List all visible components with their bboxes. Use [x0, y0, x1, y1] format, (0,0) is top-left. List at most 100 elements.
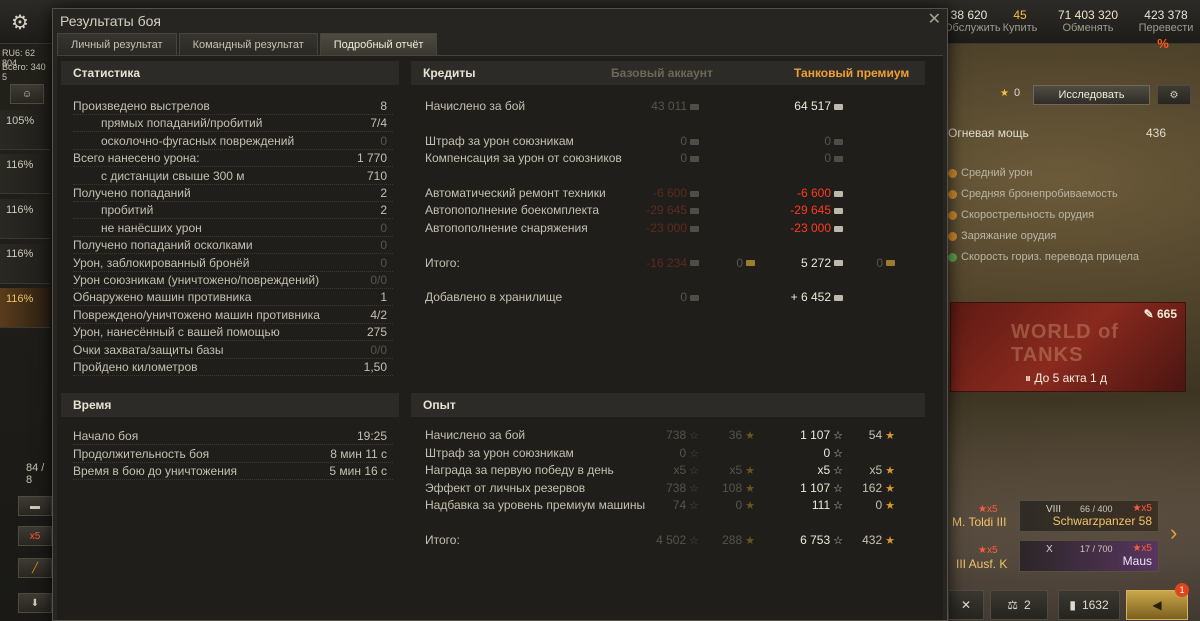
xp-star-icon: ☆	[833, 465, 843, 477]
base-amount: -29 645	[646, 203, 687, 218]
xp-star-icon: ☆	[689, 482, 699, 495]
xp-row: Эффект от личных резервов 738 ☆ 108 ★ 1 107 ☆ 1…	[425, 480, 915, 497]
tank-filter-icon[interactable]: ▬	[18, 496, 52, 516]
time-value: 5 мин 16 с	[329, 464, 387, 478]
credit-label: Автоматический ремонт техники	[425, 186, 606, 200]
xp-row: Итого: 4 502 ☆ 288 ★ 6 753 ☆ 432 ★	[425, 532, 915, 549]
xp-star-icon: ☆	[689, 500, 699, 512]
time-row: Продолжительность боя 8 мин 11 с	[73, 446, 393, 463]
premium-amount: -23 000	[790, 220, 831, 235]
free-xp-icon: ★	[745, 535, 755, 547]
download-icon[interactable]: ⬇	[18, 593, 52, 613]
base-free-xp-amount: 36	[728, 428, 743, 442]
credits-heading: Кредиты Базовый аккаунт Танковый премиум	[411, 61, 925, 85]
x5-filter[interactable]: x5	[18, 526, 52, 546]
crew-icon[interactable]: ☺	[10, 84, 44, 104]
stat-value: 8	[380, 99, 387, 113]
tank-tier: X	[1046, 544, 1053, 555]
pencil-icon[interactable]: ╱	[18, 558, 52, 578]
gold-icon	[886, 260, 895, 267]
free-xp-block[interactable]: 71 403 320 Обменять	[1048, 8, 1128, 34]
premium-free-xp-amount: 162	[862, 480, 883, 495]
stat-value: 0/0	[370, 342, 387, 357]
skill-label: Средняя бронепробиваемость	[961, 188, 1118, 200]
tank-name[interactable]: III Ausf. K	[956, 557, 1007, 571]
base-value: 0	[680, 290, 699, 304]
tree-icon[interactable]: ⚙	[1157, 85, 1191, 105]
tile-percent: 105%	[6, 115, 35, 127]
xp-star-icon: ☆	[689, 447, 699, 460]
premium-xp: 1 107 ☆	[800, 481, 843, 495]
tank-card[interactable]: X 17 / 700 ★x5 Maus	[1019, 540, 1159, 572]
x5-badge: ★x5	[978, 545, 998, 556]
xp-row: Начислено за бой 738 ☆ 36 ★ 1 107 ☆ 54 ★	[425, 427, 915, 444]
credits-block[interactable]: 38 620 Обслужить	[944, 8, 1001, 34]
premium-free-xp-amount: 432	[862, 533, 883, 547]
stat-label: Урон, заблокированный бронёй	[73, 255, 250, 270]
credits-icon	[690, 208, 699, 215]
credits-icon	[834, 156, 843, 163]
gear-icon[interactable]: ⚙	[4, 6, 36, 38]
tank-name: Maus	[1122, 554, 1152, 568]
battle-pass-banner[interactable]: ✎ 665 WORLD of TANKS ⏸ До 5 акта 1 д	[950, 302, 1186, 392]
left-carousel: RU6: 62 804 Всего: 340 5 ☺ 105% 116% 116…	[0, 44, 52, 621]
scales-icon: ⚖	[1007, 598, 1019, 612]
stat-row: Всего нанесено урона: 1 770	[73, 150, 393, 168]
tank-xp: 17 / 700	[1080, 544, 1113, 554]
stats-button[interactable]: ▮ 1632	[1058, 590, 1120, 620]
base-value: -29 645	[646, 203, 699, 217]
tank-card[interactable]: VIII 66 / 400 ★x5 Schwarzpanzer 58	[1019, 500, 1159, 532]
base-free-xp-amount: 0	[735, 498, 743, 512]
xp-star-icon: ☆	[833, 500, 843, 512]
time-row: Время в бою до уничтожения 5 мин 16 с	[73, 463, 393, 480]
research-button[interactable]: Исследовать	[1033, 85, 1150, 105]
skill-icon	[948, 231, 957, 241]
base-xp: 738 ☆	[666, 481, 699, 495]
time-value: 8 мин 11 с	[330, 446, 387, 461]
tab-team[interactable]: Командный результат	[178, 33, 318, 55]
stat-value: 0	[380, 238, 387, 253]
time-heading: Время	[61, 393, 399, 417]
free-xp-icon: ★	[745, 500, 755, 512]
credit-label: Итого:	[425, 255, 460, 270]
xp-row: Надбавка за уровень премиум машины 74 ☆ 0 ★ 1…	[425, 497, 915, 514]
premium-xp-amount: 111	[811, 498, 831, 512]
premium-amount: -6 600	[796, 186, 831, 200]
premium-free-xp: x5 ★	[869, 463, 895, 477]
tab-detailed[interactable]: Подробный отчёт	[319, 33, 438, 55]
stat-row: Обнаружено машин противника 1	[73, 289, 393, 307]
stat-value: 4/2	[370, 307, 387, 322]
tab-personal[interactable]: Личный результат	[57, 33, 177, 55]
stat-label: Произведено выстрелов	[73, 99, 210, 113]
stat-label: Урон союзникам (уничтожено/повреждений)	[73, 273, 320, 287]
skill-icon	[948, 189, 957, 199]
free-xp-icon: ★	[885, 500, 895, 512]
bonds-block[interactable]: 423 378 Перевести	[1134, 8, 1198, 34]
credit-label: Штраф за урон союзникам	[425, 133, 574, 148]
tank-name[interactable]: M. Toldi III	[952, 515, 1006, 529]
free-xp-icon: ★	[885, 465, 895, 477]
skill-label: Скорость гориз. перевода прицела	[961, 251, 1140, 263]
stat-row: Получено попаданий 2	[73, 185, 393, 202]
gold-value: 45	[1013, 8, 1027, 22]
crew-count-button[interactable]: ⚖ 2	[990, 590, 1048, 620]
stat-label: пробитий	[101, 203, 154, 218]
free-xp-icon: ★	[745, 465, 755, 477]
free-xp-icon: ★	[745, 430, 755, 442]
base-amount: -6 600	[652, 186, 687, 200]
premium-value: 5 272	[801, 256, 843, 270]
credits-icon	[690, 156, 699, 163]
xp-star-icon: ☆	[833, 535, 843, 547]
credits-icon	[690, 103, 699, 110]
search-icon[interactable]: ✕	[948, 590, 984, 620]
stat-value: 710	[366, 168, 387, 183]
close-icon[interactable]: ✕	[928, 9, 941, 29]
gold-block[interactable]: 45 Купить	[1000, 8, 1040, 34]
chevron-right-icon[interactable]: ›	[1170, 520, 1177, 546]
credits-icon	[690, 295, 699, 302]
stat-row: Произведено выстрелов 8	[73, 98, 393, 115]
stat-value: 0/0	[370, 273, 387, 287]
premium-xp: 6 753 ☆	[800, 533, 843, 547]
x5-badge: ★x5	[978, 504, 998, 515]
discount-badge: %	[1157, 36, 1169, 51]
